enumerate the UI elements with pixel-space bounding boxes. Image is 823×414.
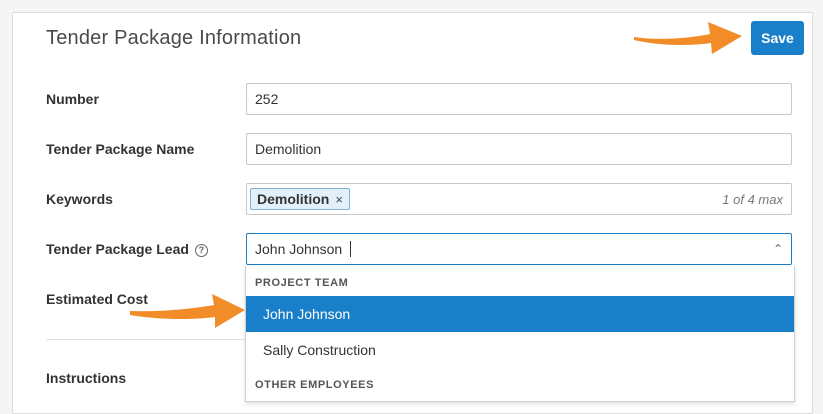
- arrow-to-john-johnson-annotation: [130, 294, 245, 328]
- keywords-field[interactable]: Demolition × 1 of 4 max: [246, 183, 792, 215]
- tender-package-lead-select[interactable]: John Johnson ⌃: [246, 233, 792, 265]
- tender-package-name-value: Demolition: [255, 141, 322, 157]
- close-icon[interactable]: ×: [335, 192, 343, 207]
- group-header-other-employees: OTHER EMPLOYEES: [255, 379, 375, 391]
- text-caret: [350, 241, 352, 257]
- keywords-label: Keywords: [46, 191, 113, 207]
- option-sally-construction[interactable]: Sally Construction: [246, 332, 794, 368]
- number-field[interactable]: 252: [246, 83, 792, 115]
- arrow-to-save-annotation: [634, 22, 742, 54]
- keyword-chip-label: Demolition: [257, 191, 330, 207]
- tender-package-lead-label: Tender Package Lead?: [46, 241, 208, 257]
- help-circle-icon[interactable]: ?: [194, 244, 208, 257]
- page-title: Tender Package Information: [46, 27, 302, 49]
- lead-dropdown-menu: PROJECT TEAM John Johnson Sally Construc…: [245, 266, 795, 402]
- tender-package-name-label: Tender Package Name: [46, 141, 195, 157]
- option-john-johnson[interactable]: John Johnson: [246, 296, 794, 332]
- keyword-count: 1 of 4 max: [722, 191, 783, 207]
- tender-package-lead-label-text: Tender Package Lead: [46, 241, 189, 257]
- instructions-label: Instructions: [46, 370, 127, 386]
- number-value: 252: [255, 91, 279, 107]
- section-divider: [46, 339, 246, 340]
- number-label: Number: [46, 91, 99, 107]
- tender-package-lead-value: John Johnson: [255, 241, 343, 257]
- keyword-chip: Demolition ×: [250, 188, 350, 210]
- tender-package-name-field[interactable]: Demolition: [246, 133, 792, 165]
- group-header-project-team: PROJECT TEAM: [255, 277, 349, 289]
- save-button[interactable]: Save: [751, 21, 804, 55]
- chevron-up-icon[interactable]: ⌃: [773, 242, 783, 256]
